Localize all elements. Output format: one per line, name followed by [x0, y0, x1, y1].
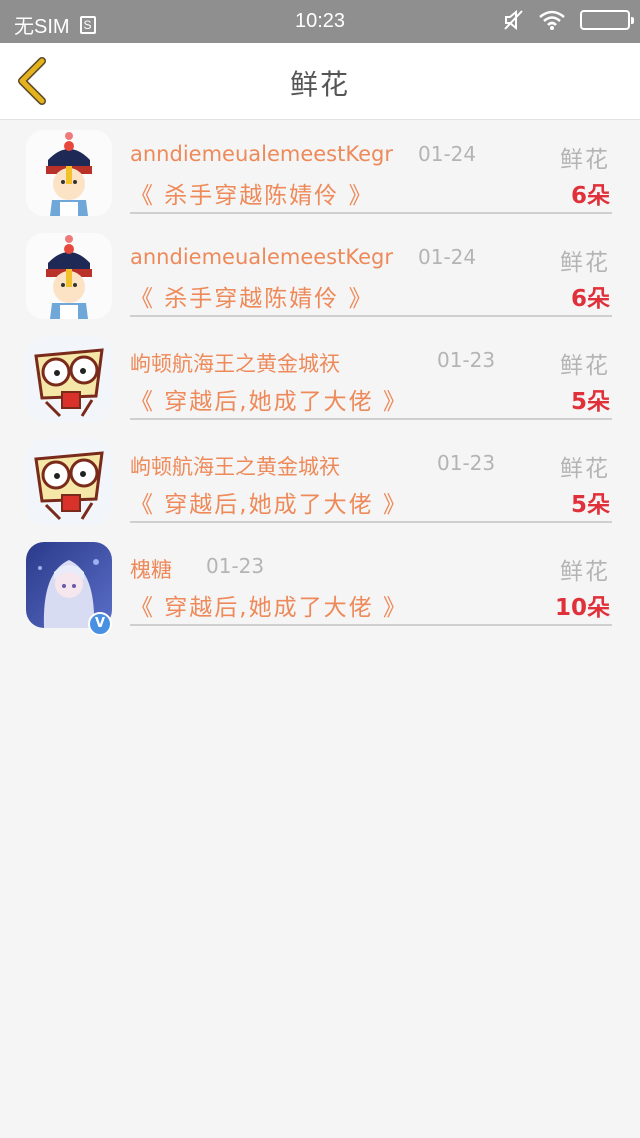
gift-type-label: 鲜花: [560, 353, 610, 379]
book-title[interactable]: 《 穿越后,她成了大佬 》: [130, 588, 408, 622]
flower-count: 6朵: [570, 183, 610, 209]
flower-count: 10朵: [554, 595, 610, 621]
gift-date: 01-23: [437, 451, 496, 475]
user-name[interactable]: anndiemeualemeestKegr: [130, 245, 393, 269]
cartoon-creature-avatar: [26, 336, 112, 422]
list-item[interactable]: 岣顿航海王之黄金城祆 01-23 鲜花 《 穿越后,她成了大佬 》 5朵: [0, 429, 640, 532]
gift-date: 01-24: [418, 142, 477, 166]
avatar[interactable]: [26, 130, 112, 216]
status-icons: [502, 9, 634, 31]
list-item[interactable]: 岣顿航海王之黄金城祆 01-23 鲜花 《 穿越后,她成了大佬 》 5朵: [0, 326, 640, 429]
book-title[interactable]: 《 穿越后,她成了大佬 》: [130, 485, 408, 519]
mute-icon: [504, 9, 523, 31]
gift-type-label: 鲜花: [560, 456, 610, 482]
user-name[interactable]: 岣顿航海王之黄金城祆: [130, 451, 340, 481]
wifi-icon: [539, 10, 565, 30]
row-divider: [130, 521, 612, 523]
status-bar: 无SIM S 10:23: [0, 0, 640, 43]
flower-count: 6朵: [570, 286, 610, 312]
flower-record-list: anndiemeualemeestKegr 01-24 鲜花 《 杀手穿越陈婧伶…: [0, 120, 640, 636]
row-divider: [130, 418, 612, 420]
user-name[interactable]: 槐糖: [130, 554, 172, 584]
gift-type-label: 鲜花: [560, 147, 610, 173]
avatar[interactable]: [26, 233, 112, 319]
cartoon-official-avatar: [26, 130, 112, 216]
book-title[interactable]: 《 杀手穿越陈婧伶 》: [130, 279, 374, 313]
battery-icon: [580, 10, 634, 30]
verified-badge-icon: V: [88, 612, 112, 636]
list-item[interactable]: anndiemeualemeestKegr 01-24 鲜花 《 杀手穿越陈婧伶…: [0, 223, 640, 326]
avatar[interactable]: [26, 336, 112, 422]
list-item[interactable]: anndiemeualemeestKegr 01-24 鲜花 《 杀手穿越陈婧伶…: [0, 120, 640, 223]
flower-count: 5朵: [570, 389, 610, 415]
gift-type-label: 鲜花: [560, 559, 610, 585]
cartoon-official-avatar: [26, 233, 112, 319]
gift-date: 01-23: [437, 348, 496, 372]
book-title[interactable]: 《 穿越后,她成了大佬 》: [130, 382, 408, 416]
gift-type-label: 鲜花: [560, 250, 610, 276]
row-divider: [130, 315, 612, 317]
user-name[interactable]: 岣顿航海王之黄金城祆: [130, 348, 340, 378]
user-name[interactable]: anndiemeualemeestKegr: [130, 142, 393, 166]
gift-date: 01-24: [418, 245, 477, 269]
avatar[interactable]: [26, 439, 112, 525]
book-title[interactable]: 《 杀手穿越陈婧伶 》: [130, 176, 374, 210]
row-divider: [130, 624, 612, 626]
row-divider: [130, 212, 612, 214]
gift-date: 01-23: [206, 554, 265, 578]
flower-count: 5朵: [570, 492, 610, 518]
list-item[interactable]: V 槐糖 01-23 鲜花 《 穿越后,她成了大佬 》 10朵: [0, 532, 640, 636]
page-title: 鲜花: [289, 68, 350, 101]
header-bar: 鲜花: [0, 43, 640, 120]
cartoon-creature-avatar: [26, 439, 112, 525]
